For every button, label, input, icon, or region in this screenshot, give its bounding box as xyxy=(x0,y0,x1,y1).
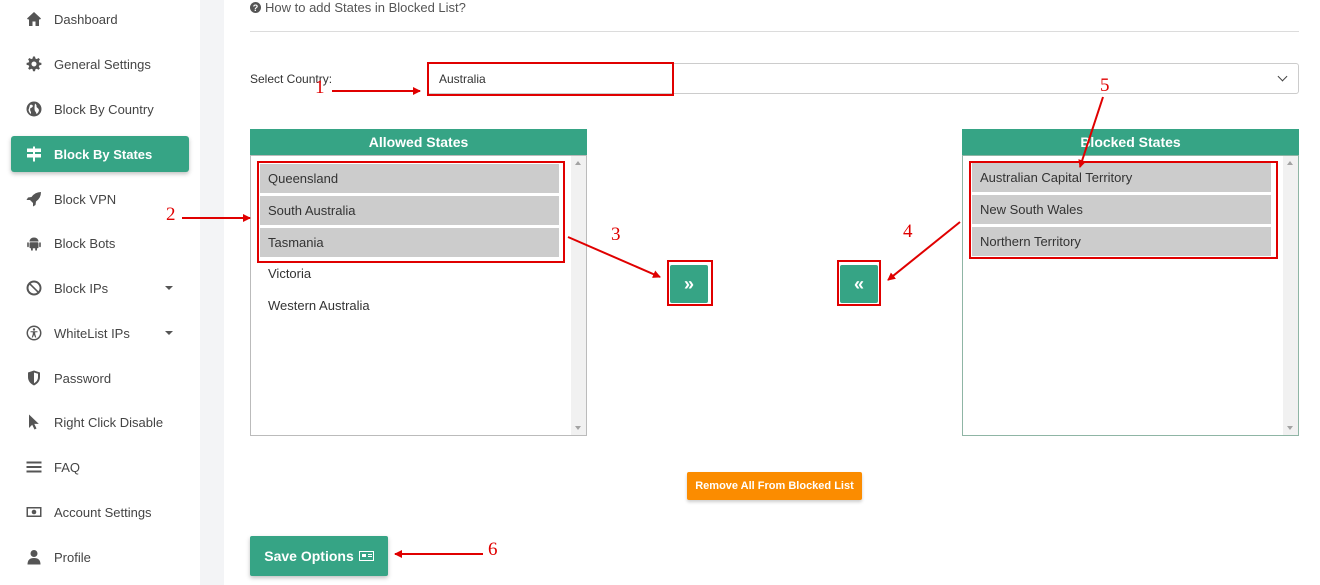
sidebar-gutter xyxy=(200,0,224,585)
sidebar-item-whitelist-ips[interactable]: WhiteList IPs xyxy=(11,315,189,351)
double-chevron-left-icon: « xyxy=(853,273,864,294)
id-card-icon xyxy=(358,551,374,561)
android-icon xyxy=(25,234,43,252)
move-to-blocked-button[interactable]: » xyxy=(670,265,708,303)
blocked-states-header: Blocked States xyxy=(962,129,1299,155)
user-icon xyxy=(25,548,43,566)
sidebar-item-label: Block By States xyxy=(54,146,153,162)
sidebar-item-block-ips[interactable]: Block IPs xyxy=(11,270,189,306)
sidebar-item-right-click-disable[interactable]: Right Click Disable xyxy=(11,404,189,440)
allowed-states-header: Allowed States xyxy=(250,129,587,155)
sidebar-item-label: General Settings xyxy=(54,56,151,72)
accessibility-icon xyxy=(25,324,43,342)
sidebar: Dashboard General Settings Block By Coun… xyxy=(0,0,200,585)
sidebar-item-dashboard[interactable]: Dashboard xyxy=(11,1,189,37)
sidebar-item-block-by-states[interactable]: Block By States xyxy=(11,136,189,172)
list-item[interactable]: New South Wales xyxy=(972,195,1271,224)
annotation-number: 6 xyxy=(488,539,498,560)
rocket-icon xyxy=(25,190,43,208)
home-icon xyxy=(25,10,43,28)
sidebar-item-account-settings[interactable]: Account Settings xyxy=(11,494,189,530)
list-item[interactable]: Australian Capital Territory xyxy=(972,163,1271,192)
sidebar-item-label: Block VPN xyxy=(54,191,117,207)
scroll-down-icon[interactable] xyxy=(1287,426,1293,430)
sidebar-item-label: Password xyxy=(54,370,112,386)
help-link[interactable]: ? How to add States in Blocked List? xyxy=(250,0,466,15)
sidebar-item-block-vpn[interactable]: Block VPN xyxy=(11,181,189,217)
sidebar-item-label: Profile xyxy=(54,549,91,565)
sidebar-item-label: Account Settings xyxy=(54,504,152,520)
chevron-down-icon[interactable] xyxy=(165,286,173,290)
list-item[interactable]: Queensland xyxy=(260,164,559,193)
scroll-down-icon[interactable] xyxy=(575,426,581,430)
sidebar-item-block-by-country[interactable]: Block By Country xyxy=(11,91,189,127)
sidebar-item-label: FAQ xyxy=(54,459,81,475)
annotation-number: 1 xyxy=(315,77,325,98)
help-link-text[interactable]: How to add States in Blocked List? xyxy=(265,0,466,15)
sidebar-item-label: WhiteList IPs xyxy=(54,325,130,341)
ban-icon xyxy=(25,279,43,297)
scroll-up-icon[interactable] xyxy=(575,161,581,165)
globe-icon xyxy=(25,100,43,118)
chevron-down-icon[interactable] xyxy=(165,331,173,335)
sidebar-item-general-settings[interactable]: General Settings xyxy=(11,46,189,82)
shield-icon xyxy=(25,369,43,387)
sidebar-item-label: Block IPs xyxy=(54,280,109,296)
money-icon xyxy=(25,503,43,521)
gear-icon xyxy=(25,55,43,73)
sidebar-item-label: Dashboard xyxy=(54,11,118,27)
list-item[interactable]: Northern Territory xyxy=(972,227,1271,256)
country-select[interactable]: Australia xyxy=(427,63,1299,94)
save-options-button[interactable]: Save Options xyxy=(250,536,388,576)
allowed-list-scrollbar[interactable] xyxy=(571,156,586,435)
annotation-number: 3 xyxy=(611,224,621,245)
annotation-number: 2 xyxy=(166,204,176,225)
divider xyxy=(250,31,1299,32)
save-options-label: Save Options xyxy=(264,548,354,564)
menu-icon xyxy=(25,458,43,476)
sidebar-item-label: Right Click Disable xyxy=(54,414,164,430)
scroll-up-icon[interactable] xyxy=(1287,161,1293,165)
sidebar-item-faq[interactable]: FAQ xyxy=(11,449,189,485)
question-circle-icon: ? xyxy=(250,2,261,13)
list-item[interactable]: Victoria xyxy=(260,259,559,288)
remove-all-button[interactable]: Remove All From Blocked List xyxy=(687,472,862,500)
sidebar-item-block-bots[interactable]: Block Bots xyxy=(11,225,189,261)
sidebar-item-password[interactable]: Password xyxy=(11,360,189,396)
pointer-icon xyxy=(25,413,43,431)
sidebar-item-label: Block Bots xyxy=(54,235,116,251)
allowed-states-list[interactable]: Queensland South Australia Tasmania Vict… xyxy=(250,155,587,436)
blocked-states-list[interactable]: Australian Capital Territory New South W… xyxy=(962,155,1299,436)
signpost-icon xyxy=(25,145,43,163)
sidebar-item-profile[interactable]: Profile xyxy=(11,539,189,575)
country-select-value: Australia xyxy=(439,71,486,86)
annotation-number: 5 xyxy=(1100,75,1110,96)
list-item[interactable]: Western Australia xyxy=(260,291,559,320)
blocked-list-scrollbar[interactable] xyxy=(1283,156,1298,435)
arrow-4 xyxy=(887,221,961,281)
annotation-number: 4 xyxy=(903,221,913,242)
move-to-allowed-button[interactable]: « xyxy=(840,265,878,303)
sidebar-item-label: Block By Country xyxy=(54,101,154,117)
list-item[interactable]: Tasmania xyxy=(260,228,559,257)
chevron-down-icon xyxy=(1277,71,1288,82)
list-item[interactable]: South Australia xyxy=(260,196,559,225)
double-chevron-right-icon: » xyxy=(683,273,694,294)
